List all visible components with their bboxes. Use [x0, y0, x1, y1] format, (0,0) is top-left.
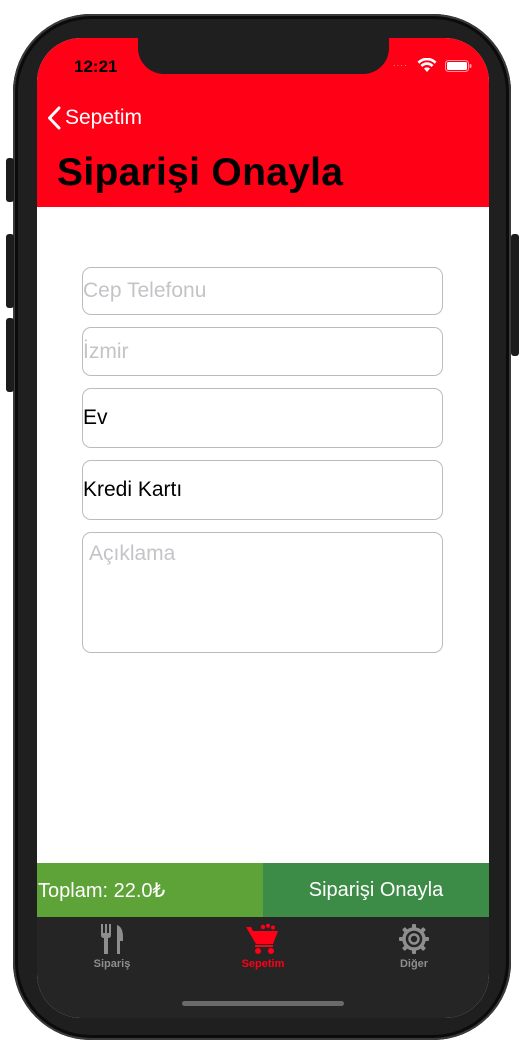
address-field[interactable]: Ev — [82, 388, 443, 448]
city-field[interactable]: İzmir — [82, 327, 443, 376]
address-value: Ev — [83, 406, 108, 429]
tab-diger-label: Diğer — [399, 958, 429, 970]
payment-value: Kredi Kartı — [83, 478, 183, 501]
gear-icon — [399, 924, 429, 954]
phone-placeholder: Cep Telefonu — [83, 279, 207, 302]
page-title: Siparişi Onayla — [57, 151, 344, 194]
notch — [138, 38, 389, 74]
volume-down-button — [6, 318, 14, 392]
back-button-label: Sepetim — [65, 106, 143, 129]
back-button[interactable]: Sepetim — [47, 106, 142, 130]
tab-diger[interactable]: Diğer — [339, 923, 489, 970]
tab-bar: Sipariş Sepetim Diğer — [37, 917, 489, 1018]
home-indicator[interactable] — [182, 1001, 344, 1006]
tab-siparis[interactable]: Sipariş — [37, 923, 187, 970]
status-time: 12:21 — [74, 57, 118, 76]
tab-sepetim[interactable]: Sepetim — [188, 923, 338, 970]
volume-up-button — [6, 234, 14, 308]
cart-icon — [246, 923, 278, 954]
city-placeholder: İzmir — [83, 339, 129, 363]
fork-knife-icon — [101, 924, 123, 954]
chevron-left-icon — [48, 106, 61, 130]
power-button — [511, 234, 519, 356]
tab-siparis-label: Sipariş — [93, 958, 131, 970]
tab-sepetim-label: Sepetim — [241, 958, 285, 970]
confirm-order-button[interactable]: Siparişi Onayla — [263, 863, 489, 917]
silent-switch — [6, 158, 14, 202]
screen: 12:21 ···· Sepetim Siparişi Onayla Cep T… — [37, 38, 489, 1018]
signal-dots: ···· — [393, 61, 408, 70]
note-placeholder: Açıklama — [89, 542, 176, 565]
payment-field[interactable]: Kredi Kartı — [82, 460, 443, 520]
note-field[interactable]: Açıklama — [82, 532, 443, 653]
order-bar: Toplam: 22.0₺ Siparişi Onayla — [37, 863, 489, 917]
battery-icon — [445, 60, 472, 72]
wifi-icon — [417, 58, 437, 72]
order-total: Toplam: 22.0₺ — [37, 863, 263, 917]
phone-field[interactable]: Cep Telefonu — [82, 267, 443, 315]
